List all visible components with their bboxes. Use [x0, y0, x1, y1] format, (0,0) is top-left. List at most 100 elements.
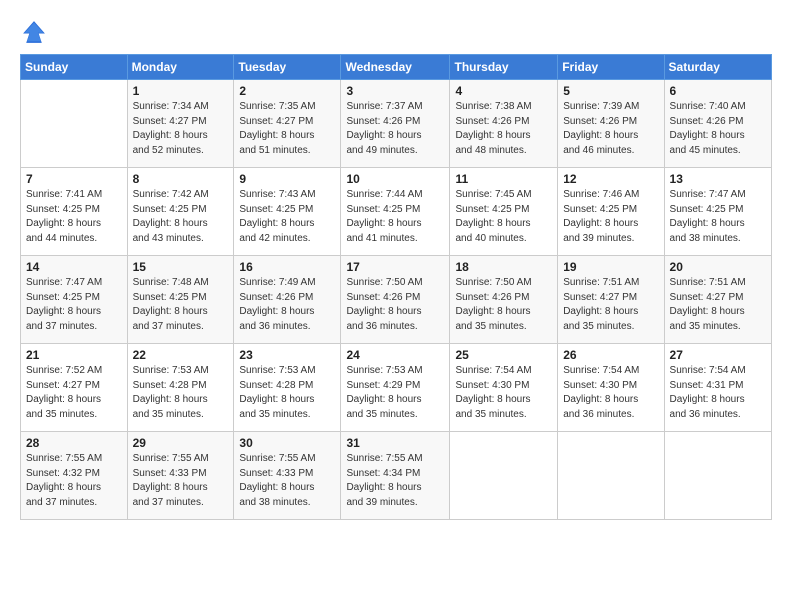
logo [20, 18, 52, 46]
header [20, 18, 772, 46]
day-number: 16 [239, 260, 335, 274]
day-number: 25 [455, 348, 552, 362]
calendar-cell: 31 Sunrise: 7:55 AM Sunset: 4:34 PM Dayli… [341, 432, 450, 520]
day-info: Sunrise: 7:37 AM Sunset: 4:26 PM Dayligh… [346, 100, 444, 158]
day-info: Sunrise: 7:55 AM Sunset: 4:32 PM Dayligh… [26, 452, 122, 510]
calendar-week-3: 14 Sunrise: 7:47 AM Sunset: 4:25 PM Dayli… [21, 256, 772, 344]
calendar-cell: 28 Sunrise: 7:55 AM Sunset: 4:32 PM Dayli… [21, 432, 128, 520]
calendar-header: SundayMondayTuesdayWednesdayThursdayFrid… [21, 55, 772, 80]
day-info: Sunrise: 7:53 AM Sunset: 4:28 PM Dayligh… [133, 364, 229, 422]
day-info: Sunrise: 7:38 AM Sunset: 4:26 PM Dayligh… [455, 100, 552, 158]
calendar-cell: 9 Sunrise: 7:43 AM Sunset: 4:25 PM Daylig… [234, 168, 341, 256]
day-number: 5 [563, 84, 658, 98]
calendar-cell: 24 Sunrise: 7:53 AM Sunset: 4:29 PM Dayli… [341, 344, 450, 432]
calendar-body: 1 Sunrise: 7:34 AM Sunset: 4:27 PM Daylig… [21, 80, 772, 520]
calendar-cell: 25Sunrise: 7:54 AM Sunset: 4:30 PM Dayli… [450, 344, 558, 432]
day-number: 21 [26, 348, 122, 362]
calendar-cell: 8 Sunrise: 7:42 AM Sunset: 4:25 PM Daylig… [127, 168, 234, 256]
day-info: Sunrise: 7:48 AM Sunset: 4:25 PM Dayligh… [133, 276, 229, 334]
weekday-thursday: Thursday [450, 55, 558, 80]
calendar-cell: 29 Sunrise: 7:55 AM Sunset: 4:33 PM Dayli… [127, 432, 234, 520]
day-info: Sunrise: 7:54 AM Sunset: 4:30 PM Dayligh… [563, 364, 658, 422]
day-info: Sunrise: 7:51 AM Sunset: 4:27 PM Dayligh… [670, 276, 766, 334]
day-number: 19 [563, 260, 658, 274]
day-info: Sunrise: 7:53 AM Sunset: 4:29 PM Dayligh… [346, 364, 444, 422]
calendar-cell: 23Sunrise: 7:53 AM Sunset: 4:28 PM Dayli… [234, 344, 341, 432]
day-info: Sunrise: 7:54 AM Sunset: 4:31 PM Dayligh… [670, 364, 766, 422]
calendar-cell: 2Sunrise: 7:35 AM Sunset: 4:27 PM Daylig… [234, 80, 341, 168]
calendar-cell: 5 Sunrise: 7:39 AM Sunset: 4:26 PM Daylig… [558, 80, 664, 168]
day-info: Sunrise: 7:50 AM Sunset: 4:26 PM Dayligh… [346, 276, 444, 334]
day-number: 10 [346, 172, 444, 186]
day-info: Sunrise: 7:41 AM Sunset: 4:25 PM Dayligh… [26, 188, 122, 246]
calendar-cell [450, 432, 558, 520]
calendar-cell: 22Sunrise: 7:53 AM Sunset: 4:28 PM Dayli… [127, 344, 234, 432]
day-number: 18 [455, 260, 552, 274]
day-info: Sunrise: 7:42 AM Sunset: 4:25 PM Dayligh… [133, 188, 229, 246]
calendar-cell: 3 Sunrise: 7:37 AM Sunset: 4:26 PM Daylig… [341, 80, 450, 168]
day-info: Sunrise: 7:44 AM Sunset: 4:25 PM Dayligh… [346, 188, 444, 246]
calendar-cell: 30 Sunrise: 7:55 AM Sunset: 4:33 PM Dayli… [234, 432, 341, 520]
calendar-cell: 19 Sunrise: 7:51 AM Sunset: 4:27 PM Dayli… [558, 256, 664, 344]
weekday-wednesday: Wednesday [341, 55, 450, 80]
day-info: Sunrise: 7:52 AM Sunset: 4:27 PM Dayligh… [26, 364, 122, 422]
day-info: Sunrise: 7:40 AM Sunset: 4:26 PM Dayligh… [670, 100, 766, 158]
day-number: 13 [670, 172, 766, 186]
day-info: Sunrise: 7:55 AM Sunset: 4:33 PM Dayligh… [133, 452, 229, 510]
calendar-cell: 12 Sunrise: 7:46 AM Sunset: 4:25 PM Dayli… [558, 168, 664, 256]
calendar-cell: 15Sunrise: 7:48 AM Sunset: 4:25 PM Dayli… [127, 256, 234, 344]
weekday-sunday: Sunday [21, 55, 128, 80]
calendar-cell [664, 432, 771, 520]
day-number: 14 [26, 260, 122, 274]
day-number: 7 [26, 172, 122, 186]
day-number: 9 [239, 172, 335, 186]
day-number: 26 [563, 348, 658, 362]
calendar-cell: 1 Sunrise: 7:34 AM Sunset: 4:27 PM Daylig… [127, 80, 234, 168]
day-info: Sunrise: 7:53 AM Sunset: 4:28 PM Dayligh… [239, 364, 335, 422]
calendar-cell: 11 Sunrise: 7:45 AM Sunset: 4:25 PM Dayli… [450, 168, 558, 256]
day-info: Sunrise: 7:55 AM Sunset: 4:33 PM Dayligh… [239, 452, 335, 510]
day-number: 29 [133, 436, 229, 450]
day-info: Sunrise: 7:55 AM Sunset: 4:34 PM Dayligh… [346, 452, 444, 510]
day-info: Sunrise: 7:39 AM Sunset: 4:26 PM Dayligh… [563, 100, 658, 158]
day-info: Sunrise: 7:47 AM Sunset: 4:25 PM Dayligh… [26, 276, 122, 334]
calendar-cell: 27 Sunrise: 7:54 AM Sunset: 4:31 PM Dayli… [664, 344, 771, 432]
day-number: 6 [670, 84, 766, 98]
logo-icon [20, 18, 48, 46]
calendar-cell: 13Sunrise: 7:47 AM Sunset: 4:25 PM Dayli… [664, 168, 771, 256]
day-info: Sunrise: 7:45 AM Sunset: 4:25 PM Dayligh… [455, 188, 552, 246]
calendar-week-2: 7 Sunrise: 7:41 AM Sunset: 4:25 PM Daylig… [21, 168, 772, 256]
day-number: 31 [346, 436, 444, 450]
calendar-cell: 6 Sunrise: 7:40 AM Sunset: 4:26 PM Daylig… [664, 80, 771, 168]
day-number: 3 [346, 84, 444, 98]
day-number: 28 [26, 436, 122, 450]
calendar-cell: 4 Sunrise: 7:38 AM Sunset: 4:26 PM Daylig… [450, 80, 558, 168]
day-number: 11 [455, 172, 552, 186]
day-number: 4 [455, 84, 552, 98]
day-number: 24 [346, 348, 444, 362]
calendar-cell: 18 Sunrise: 7:50 AM Sunset: 4:26 PM Dayli… [450, 256, 558, 344]
day-number: 20 [670, 260, 766, 274]
weekday-friday: Friday [558, 55, 664, 80]
weekday-header-row: SundayMondayTuesdayWednesdayThursdayFrid… [21, 55, 772, 80]
day-info: Sunrise: 7:49 AM Sunset: 4:26 PM Dayligh… [239, 276, 335, 334]
calendar-week-1: 1 Sunrise: 7:34 AM Sunset: 4:27 PM Daylig… [21, 80, 772, 168]
day-info: Sunrise: 7:51 AM Sunset: 4:27 PM Dayligh… [563, 276, 658, 334]
calendar-cell: 7 Sunrise: 7:41 AM Sunset: 4:25 PM Daylig… [21, 168, 128, 256]
page: SundayMondayTuesdayWednesdayThursdayFrid… [0, 0, 792, 612]
day-info: Sunrise: 7:50 AM Sunset: 4:26 PM Dayligh… [455, 276, 552, 334]
day-number: 12 [563, 172, 658, 186]
calendar-cell: 14 Sunrise: 7:47 AM Sunset: 4:25 PM Dayli… [21, 256, 128, 344]
day-number: 1 [133, 84, 229, 98]
day-info: Sunrise: 7:34 AM Sunset: 4:27 PM Dayligh… [133, 100, 229, 158]
calendar-table: SundayMondayTuesdayWednesdayThursdayFrid… [20, 54, 772, 520]
day-number: 27 [670, 348, 766, 362]
calendar-cell [558, 432, 664, 520]
day-number: 30 [239, 436, 335, 450]
calendar-week-4: 21 Sunrise: 7:52 AM Sunset: 4:27 PM Dayli… [21, 344, 772, 432]
day-info: Sunrise: 7:43 AM Sunset: 4:25 PM Dayligh… [239, 188, 335, 246]
day-number: 8 [133, 172, 229, 186]
calendar-cell: 10 Sunrise: 7:44 AM Sunset: 4:25 PM Dayli… [341, 168, 450, 256]
day-info: Sunrise: 7:46 AM Sunset: 4:25 PM Dayligh… [563, 188, 658, 246]
calendar-cell [21, 80, 128, 168]
